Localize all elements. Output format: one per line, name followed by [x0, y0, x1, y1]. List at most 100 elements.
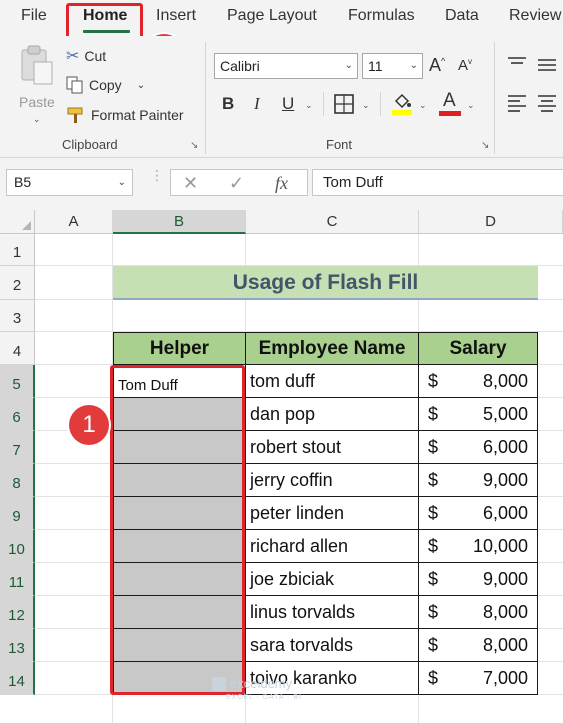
fill-color-dropdown-icon[interactable]: ⌄	[419, 100, 427, 111]
paste-dropdown-icon[interactable]: ⌄	[33, 114, 41, 125]
row-header-8[interactable]: 8	[0, 464, 35, 497]
underline-button[interactable]: U	[282, 94, 294, 114]
currency-symbol: $	[428, 667, 439, 688]
salary-value: 9,000	[482, 568, 528, 589]
row-header-7[interactable]: 7	[0, 431, 35, 464]
salary-cell[interactable]: $7,000	[419, 662, 538, 695]
employee-name-cell[interactable]: sara torvalds	[246, 629, 419, 662]
font-color-button[interactable]: A	[439, 90, 461, 116]
row-header-10[interactable]: 10	[0, 530, 35, 563]
copy-dropdown-icon[interactable]: ⌄	[137, 80, 145, 91]
borders-dropdown-icon[interactable]: ⌄	[362, 100, 370, 111]
salary-cell[interactable]: $8,000	[419, 365, 538, 398]
chevron-down-icon: ⌄	[117, 177, 126, 188]
decrease-font-size-icon[interactable]: Av	[458, 57, 472, 74]
tab-data[interactable]: Data	[445, 7, 479, 25]
employee-name-cell[interactable]: peter linden	[246, 497, 419, 530]
row-header-11[interactable]: 11	[0, 563, 35, 596]
paintbrush-icon	[67, 107, 83, 123]
salary-value: 8,000	[482, 601, 528, 622]
font-color-glyph: A	[443, 90, 456, 111]
formula-input[interactable]: Tom Duff	[312, 169, 563, 196]
row-header-5[interactable]: 5	[0, 365, 35, 398]
align-left-icon[interactable]	[507, 94, 527, 112]
salary-cell[interactable]: $9,000	[419, 563, 538, 596]
employee-name-cell[interactable]: linus torvalds	[246, 596, 419, 629]
formula-content: Tom Duff	[323, 174, 383, 191]
cut-label: Cut	[84, 48, 107, 64]
enter-icon[interactable]: ✓	[229, 173, 244, 194]
row-header-9[interactable]: 9	[0, 497, 35, 530]
header-salary[interactable]: Salary	[419, 332, 538, 365]
salary-cell[interactable]: $10,000	[419, 530, 538, 563]
row-header-4[interactable]: 4	[0, 332, 35, 365]
tab-page-layout[interactable]: Page Layout	[227, 7, 317, 25]
font-name-combo[interactable]: Calibri ⌄	[214, 53, 358, 79]
employee-name-cell[interactable]: tom duff	[246, 365, 419, 398]
tab-insert[interactable]: Insert	[156, 7, 196, 25]
align-top-icon[interactable]	[507, 56, 527, 72]
row-header-2[interactable]: 2	[0, 266, 35, 300]
copy-icon	[66, 76, 83, 94]
italic-button[interactable]: I	[254, 94, 260, 114]
bold-button[interactable]: B	[222, 94, 234, 114]
salary-value: 8,000	[482, 370, 528, 391]
name-box[interactable]: B5 ⌄	[6, 169, 133, 196]
column-header-a[interactable]: A	[35, 210, 113, 234]
fill-color-icon[interactable]	[391, 92, 413, 116]
underline-dropdown-icon[interactable]: ⌄	[305, 100, 313, 111]
borders-icon[interactable]	[334, 94, 354, 114]
tab-review[interactable]: Review	[509, 7, 561, 25]
align-center-icon[interactable]	[537, 94, 557, 112]
cancel-icon[interactable]: ✕	[183, 173, 198, 194]
name-box-value: B5	[14, 174, 32, 190]
step-1-badge: 1	[69, 405, 109, 445]
insert-function-icon[interactable]: fx	[275, 173, 288, 194]
employee-name-cell[interactable]: richard allen	[246, 530, 419, 563]
tab-formulas[interactable]: Formulas	[348, 7, 415, 25]
salary-cell[interactable]: $5,000	[419, 398, 538, 431]
paste-icon	[21, 45, 53, 85]
currency-symbol: $	[428, 568, 439, 589]
row-header-13[interactable]: 13	[0, 629, 35, 662]
currency-symbol: $	[428, 436, 439, 457]
employee-name-cell[interactable]: jerry coffin	[246, 464, 419, 497]
employee-name-cell[interactable]: dan pop	[246, 398, 419, 431]
salary-cell[interactable]: $9,000	[419, 464, 538, 497]
row-header-14[interactable]: 14	[0, 662, 35, 695]
clipboard-launcher-icon[interactable]: ↘	[190, 140, 198, 151]
align-middle-icon[interactable]	[537, 56, 557, 72]
paste-button[interactable]: Paste ⌄	[13, 44, 59, 124]
column-header-c[interactable]: C	[246, 210, 419, 234]
employee-name-cell[interactable]: joe zbiciak	[246, 563, 419, 596]
employee-name-cell[interactable]: robert stout	[246, 431, 419, 464]
column-header-b[interactable]: B	[113, 210, 246, 234]
row-header-1[interactable]: 1	[0, 234, 35, 266]
column-header-d[interactable]: D	[419, 210, 563, 234]
row-header-6[interactable]: 6	[0, 398, 35, 431]
font-color-dropdown-icon[interactable]: ⌄	[467, 100, 475, 111]
font-launcher-icon[interactable]: ↘	[481, 140, 489, 151]
currency-symbol: $	[428, 634, 439, 655]
salary-cell[interactable]: $8,000	[419, 629, 538, 662]
header-helper[interactable]: Helper	[113, 332, 246, 365]
salary-cell[interactable]: $8,000	[419, 596, 538, 629]
increase-font-size-icon[interactable]: A^	[429, 55, 445, 76]
font-size-value: 11	[368, 58, 383, 74]
salary-cell[interactable]: $6,000	[419, 497, 538, 530]
currency-symbol: $	[428, 601, 439, 622]
copy-button[interactable]: Copy ⌄	[66, 76, 145, 94]
select-all-button[interactable]	[0, 210, 35, 234]
format-painter-button[interactable]: Format Painter	[66, 106, 184, 124]
ribbon-separator	[205, 42, 206, 154]
font-size-combo[interactable]: 11 ⌄	[362, 53, 423, 79]
row-header-12[interactable]: 12	[0, 596, 35, 629]
row-header-3[interactable]: 3	[0, 300, 35, 332]
format-painter-label: Format Painter	[91, 107, 184, 123]
currency-symbol: $	[428, 469, 439, 490]
tab-file[interactable]: File	[21, 7, 47, 25]
cut-button[interactable]: ✂ Cut	[66, 46, 106, 66]
salary-cell[interactable]: $6,000	[419, 431, 538, 464]
sheet-title[interactable]: Usage of Flash Fill	[113, 266, 538, 300]
header-employee-name[interactable]: Employee Name	[246, 332, 419, 365]
